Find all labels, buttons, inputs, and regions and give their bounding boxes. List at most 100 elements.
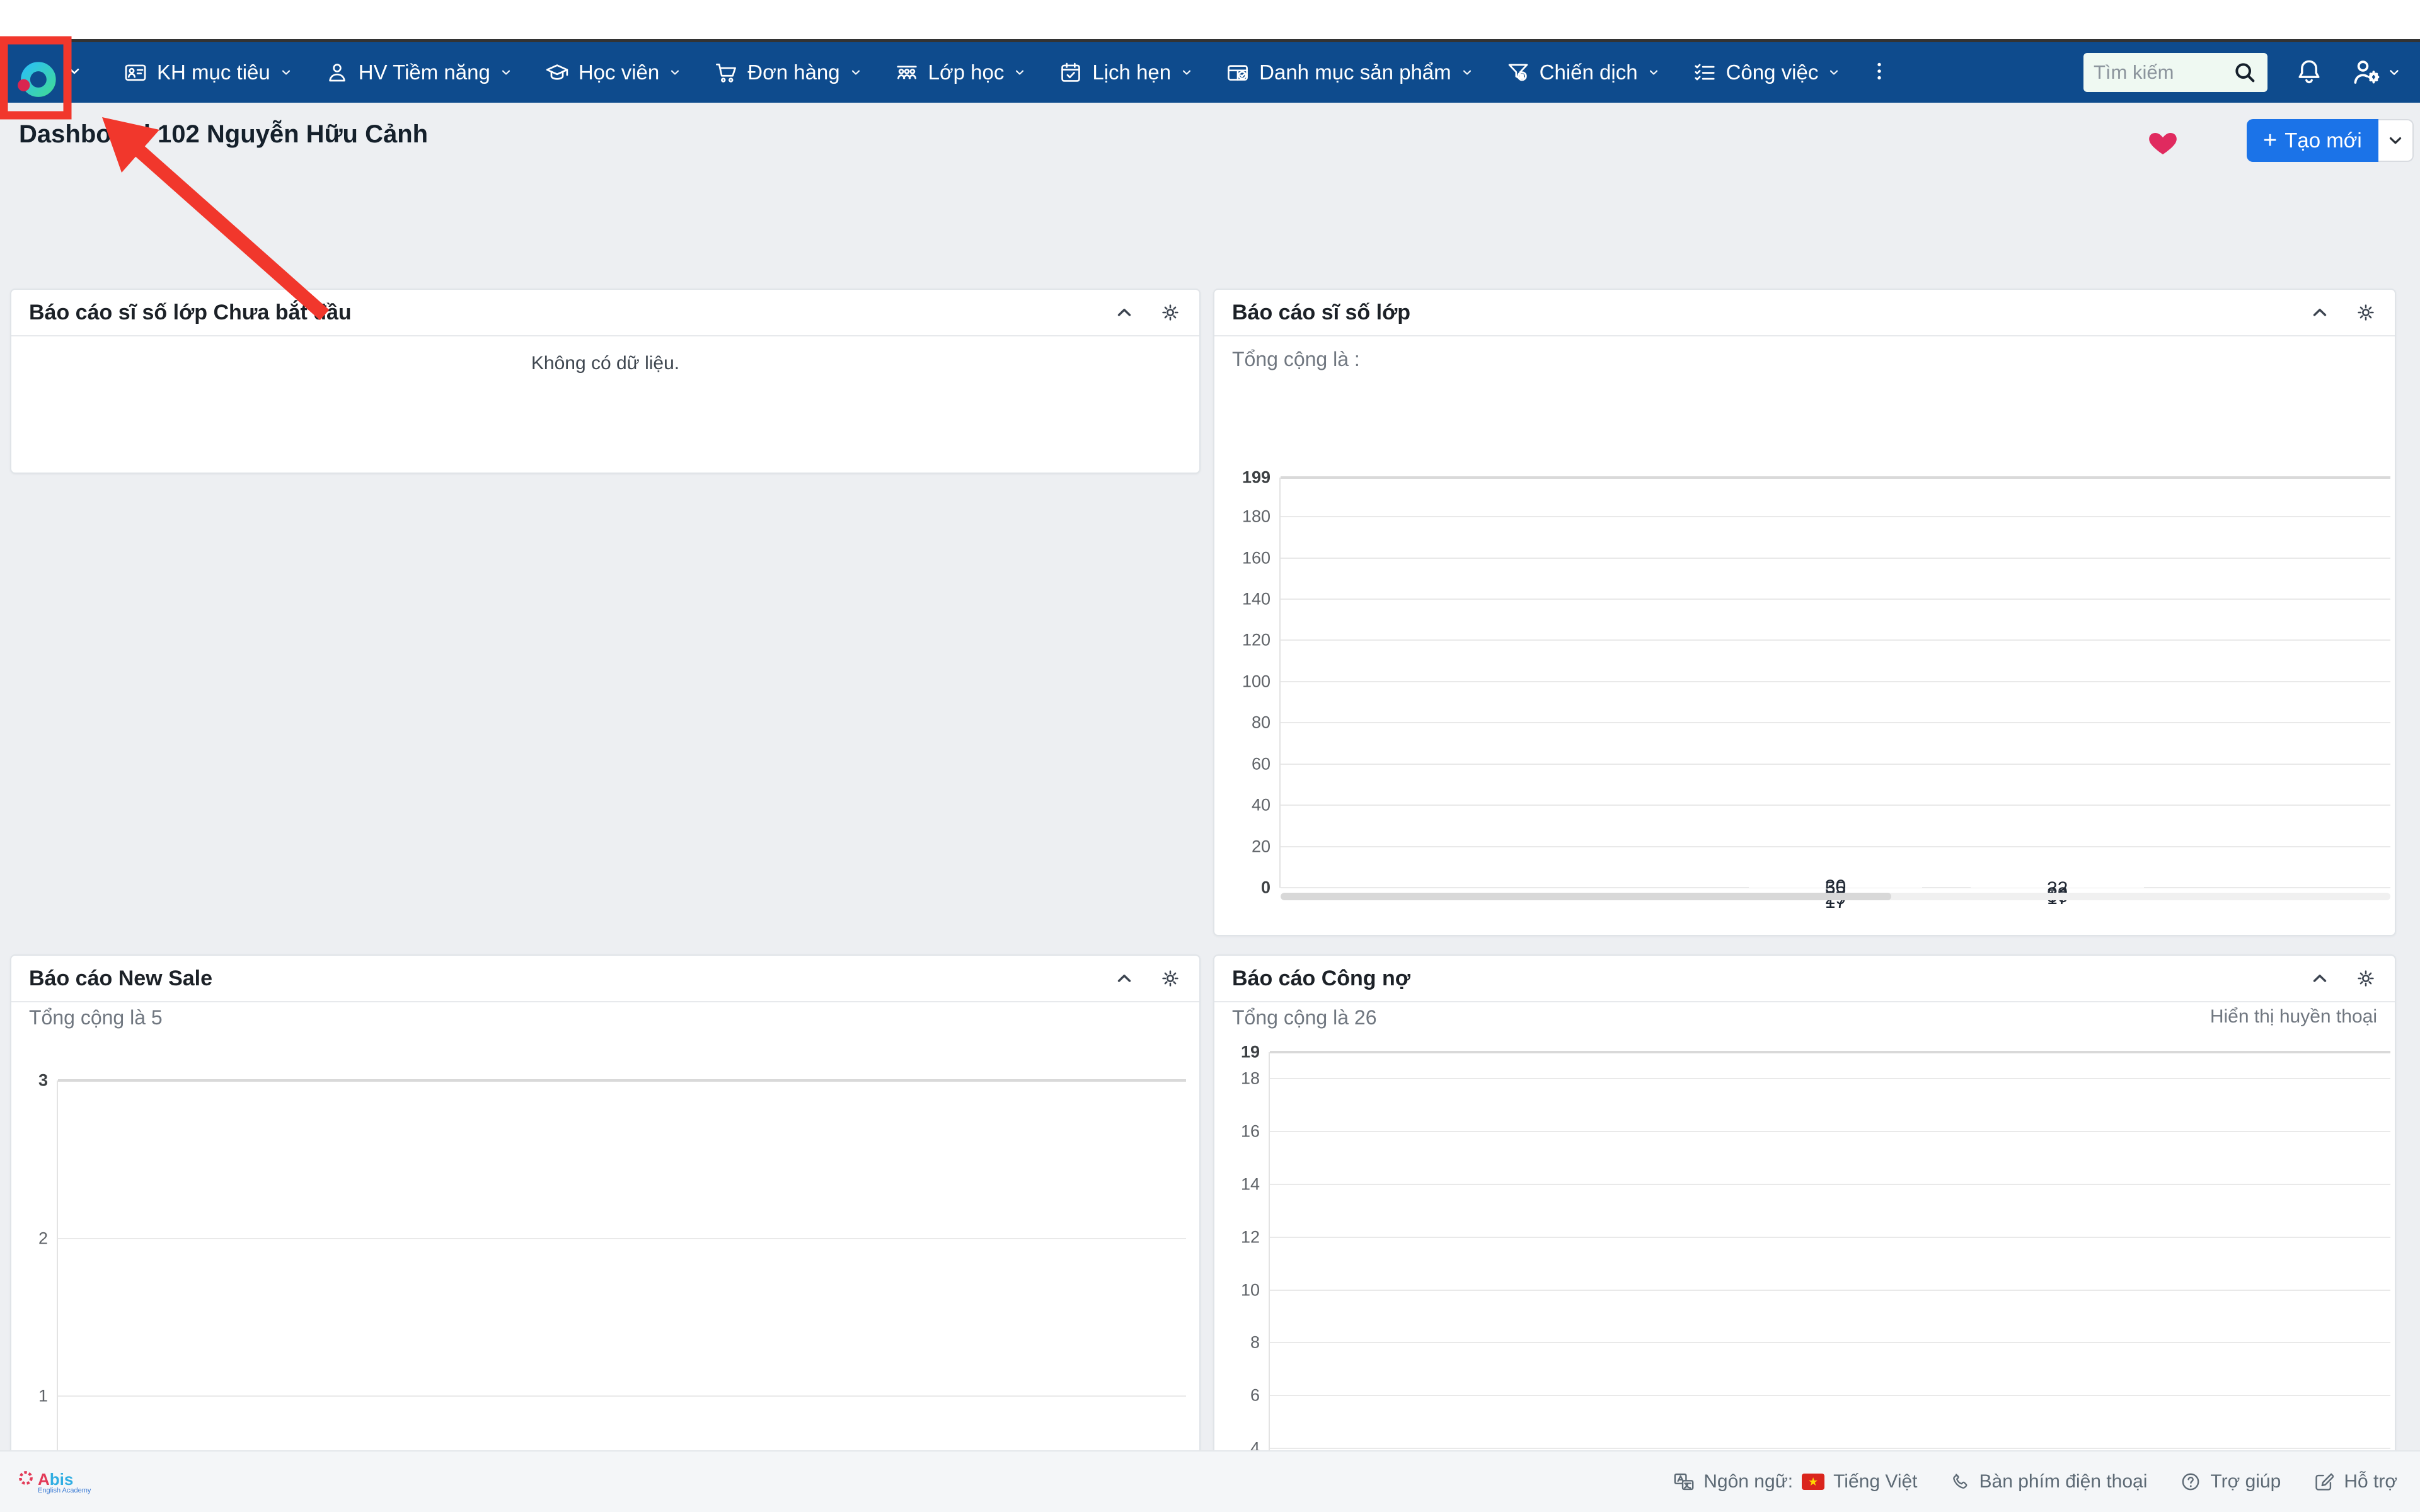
y-tick-label: 40 xyxy=(1252,796,1270,815)
panel-settings-gear-icon[interactable] xyxy=(1159,301,1182,324)
help-link[interactable]: Trợ giúp xyxy=(2180,1471,2281,1492)
chevron-down-icon xyxy=(1180,66,1193,79)
y-tick-label: 199 xyxy=(1242,468,1270,488)
y-tick-label: 14 xyxy=(1241,1174,1260,1194)
y-axis-line xyxy=(57,1080,58,1512)
gridline xyxy=(1281,639,2390,641)
nav-item-label: Công việc xyxy=(1726,60,1819,84)
notifications-bell-icon[interactable] xyxy=(2294,57,2324,88)
plus-icon: + xyxy=(2263,129,2277,152)
bar-segment-emerald[interactable]: 32 xyxy=(1971,874,2144,876)
bar-segment-darkTeal[interactable] xyxy=(1749,871,1922,873)
y-tick-label: 0 xyxy=(1261,878,1270,898)
phone-keypad-link[interactable]: Bàn phím điện thoại xyxy=(1950,1471,2148,1492)
nav-item-funnel-dollar[interactable]: Chiến dịch xyxy=(1490,42,1676,103)
chart-total-text: Tổng cộng là 26 xyxy=(1232,1006,1377,1029)
product-box-icon xyxy=(1226,60,1250,84)
y-tick-label: 1 xyxy=(38,1387,48,1406)
nav-item-cart[interactable]: Đơn hàng xyxy=(698,42,878,103)
gridline xyxy=(1270,1131,2390,1132)
nav-item-label: KH mục tiêu xyxy=(157,60,270,84)
brand-text-a: A xyxy=(38,1470,50,1489)
nav-item-id-card[interactable]: KH mục tiêu xyxy=(107,42,309,103)
panel-header: Báo cáo Công nợ xyxy=(1214,956,2395,1002)
gridline xyxy=(1281,722,2390,723)
chevron-down-icon xyxy=(500,66,512,79)
gridline xyxy=(1281,681,2390,682)
gridline xyxy=(1281,846,2390,847)
footer-brand[interactable]: Abis English Academy xyxy=(18,1470,91,1494)
nav-item-graduation-cap[interactable]: Học viên xyxy=(529,42,698,103)
language-selector[interactable]: Ngôn ngữ: ★ Tiếng Việt xyxy=(1673,1471,1917,1492)
nav-item-calendar-check[interactable]: Lịch hẹn xyxy=(1042,42,1209,103)
collapse-chevron-icon[interactable] xyxy=(1114,968,1135,989)
favorite-heart-button[interactable] xyxy=(2148,128,2178,159)
chevron-down-icon xyxy=(1828,66,1840,79)
nav-more-button[interactable] xyxy=(1857,60,1902,86)
collapse-chevron-icon[interactable] xyxy=(2309,302,2331,323)
panel-si-so-lop: Báo cáo sĩ số lớp Tổng cộng là : 0204060… xyxy=(1213,289,2396,936)
nav-item-person[interactable]: HV Tiềm năng xyxy=(309,42,529,103)
scrollbar-thumb[interactable] xyxy=(1281,893,1891,900)
heart-icon xyxy=(2148,128,2178,156)
gridline xyxy=(1281,805,2390,806)
funnel-dollar-icon xyxy=(1506,60,1530,84)
app-logo-menu[interactable] xyxy=(14,43,82,101)
question-circle-icon xyxy=(2180,1471,2201,1492)
bar-segment-green[interactable]: 30 xyxy=(1749,873,1922,874)
gridline xyxy=(58,1238,1186,1239)
gridline xyxy=(1270,1078,2390,1079)
y-tick-label: 80 xyxy=(1252,713,1270,733)
show-legend-link[interactable]: Hiển thị huyền thoại xyxy=(2210,1006,2377,1028)
browser-top-strip xyxy=(0,0,2420,39)
logo-chevron-down-icon xyxy=(67,64,82,82)
panel-settings-gear-icon[interactable] xyxy=(1159,967,1182,990)
nav-item-label: Chiến dịch xyxy=(1540,60,1638,84)
stacked-bar: 17295530 xyxy=(1749,871,1922,888)
brand-text-rest: bis xyxy=(50,1470,74,1489)
gridline xyxy=(1281,764,2390,765)
y-tick-label: 19 xyxy=(1241,1043,1260,1062)
footer: Abis English Academy Ngôn ngữ: ★ Tiếng V… xyxy=(0,1450,2420,1512)
page-content: Dashboard 102 Nguyễn Hữu Cảnh + Tạo mới … xyxy=(0,103,2420,1512)
translate-icon xyxy=(1673,1471,1695,1492)
y-tick-label: 100 xyxy=(1242,672,1270,691)
calendar-check-icon xyxy=(1059,60,1083,84)
nav-item-list-check[interactable]: Công việc xyxy=(1676,42,1857,103)
page-title: Dashboard 102 Nguyễn Hữu Cảnh xyxy=(19,120,428,149)
y-tick-label: 120 xyxy=(1242,631,1270,650)
support-label: Hỗ trợ xyxy=(2344,1471,2397,1492)
y-tick-label: 18 xyxy=(1241,1068,1260,1088)
screen: KH mục tiêuHV Tiềm năngHọc viênĐơn hàngL… xyxy=(0,0,2420,1512)
user-settings-menu[interactable] xyxy=(2351,56,2401,89)
y-tick-label: 8 xyxy=(1250,1333,1260,1353)
panel-header: Báo cáo sĩ số lớp Chưa bắt đầu xyxy=(11,290,1199,336)
search-icon[interactable] xyxy=(2232,60,2257,85)
gridline xyxy=(58,1079,1186,1082)
create-new-dropdown-button[interactable] xyxy=(2378,119,2414,162)
chevron-down-icon xyxy=(280,66,292,79)
collapse-chevron-icon[interactable] xyxy=(1114,302,1135,323)
brand-logo-icon xyxy=(14,43,60,101)
chart-horizontal-scrollbar[interactable] xyxy=(1281,893,2390,900)
gridline xyxy=(58,1395,1186,1397)
brand-subtitle: English Academy xyxy=(38,1487,91,1494)
panel-settings-gear-icon[interactable] xyxy=(2354,301,2377,324)
support-link[interactable]: Hỗ trợ xyxy=(2313,1471,2397,1492)
language-label: Ngôn ngữ: xyxy=(1703,1471,1793,1492)
nav-item-label: Lịch hẹn xyxy=(1092,60,1171,84)
y-tick-label: 160 xyxy=(1242,548,1270,568)
collapse-chevron-icon[interactable] xyxy=(2309,968,2331,989)
person-icon xyxy=(325,60,349,84)
nav-item-product-box[interactable]: Danh mục sản phẩm xyxy=(1209,42,1490,103)
create-new-button[interactable]: + Tạo mới xyxy=(2247,119,2378,162)
panel-settings-gear-icon[interactable] xyxy=(2354,967,2377,990)
y-tick-label: 20 xyxy=(1252,837,1270,856)
y-tick-label: 180 xyxy=(1242,507,1270,527)
search-input[interactable] xyxy=(2094,61,2232,84)
phone-keypad-label: Bàn phím điện thoại xyxy=(1979,1471,2148,1492)
stacked-bar-chart-new-sale: 123 xyxy=(58,1080,1186,1512)
gridline xyxy=(1270,1395,2390,1396)
gridline xyxy=(1281,516,2390,517)
nav-item-group[interactable]: Lớp học xyxy=(879,42,1043,103)
